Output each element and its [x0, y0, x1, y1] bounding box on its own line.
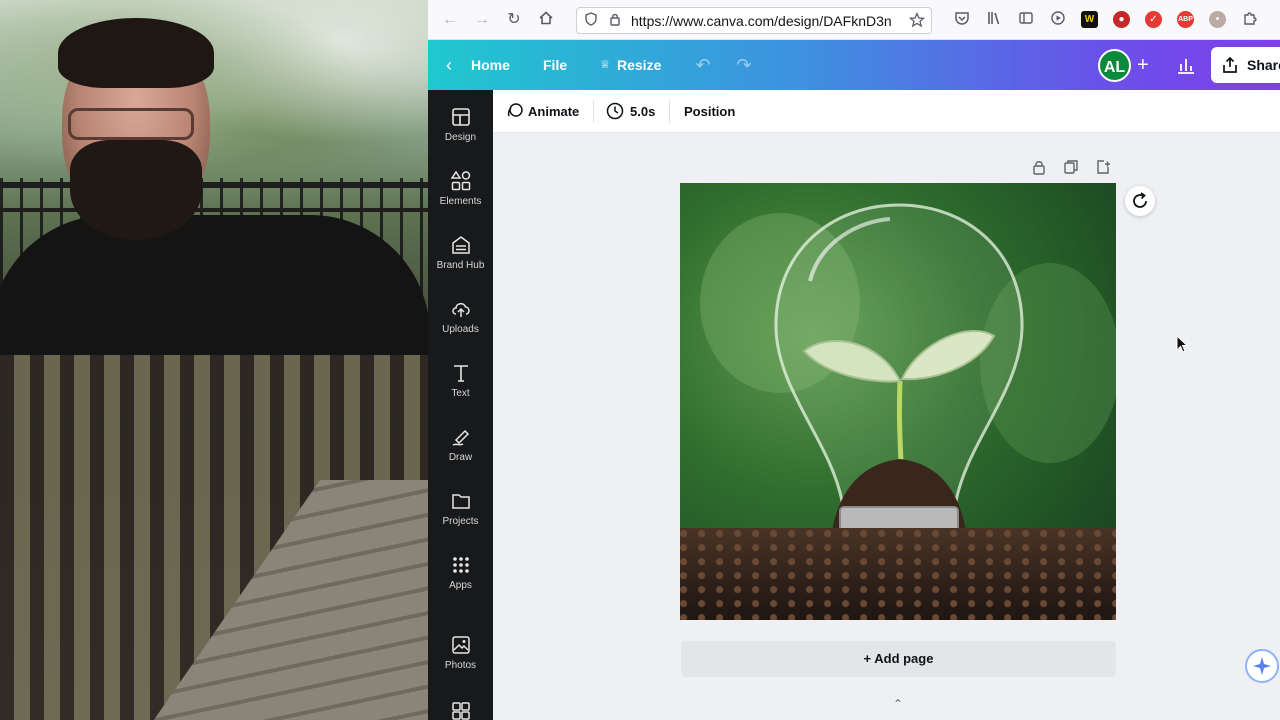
- position-button[interactable]: Position: [684, 90, 735, 133]
- pocket-icon[interactable]: [952, 10, 972, 30]
- sidebar-item-brand-hub[interactable]: Brand Hub: [428, 228, 493, 288]
- add-collaborator-icon[interactable]: +: [1137, 40, 1149, 90]
- adblock-icon[interactable]: ABP: [1177, 11, 1194, 28]
- browser-toolbar: ← → ↻ https://www.canva.com/design/DAFkn…: [428, 0, 1280, 40]
- undo-icon[interactable]: ↶: [693, 55, 713, 75]
- insights-chart-icon[interactable]: [1176, 56, 1196, 79]
- extension-cookie-icon[interactable]: •: [1209, 11, 1226, 28]
- lightbulb-seedling-image: [774, 203, 1024, 531]
- sidebar-item-photos[interactable]: Photos: [428, 628, 493, 688]
- extension-pen-icon[interactable]: ✓: [1145, 11, 1162, 28]
- text-icon: [453, 365, 468, 382]
- mouse-cursor-icon: [1176, 335, 1188, 353]
- forward-icon[interactable]: →: [472, 10, 492, 30]
- lock-icon[interactable]: [607, 12, 623, 28]
- webcam-person-glasses: [68, 108, 194, 140]
- animate-button[interactable]: Animate: [528, 90, 579, 133]
- more-apps-icon: [451, 702, 470, 720]
- draw-icon: [452, 429, 469, 446]
- refresh-icon: [1133, 192, 1147, 208]
- sidebar-item-projects[interactable]: Projects: [428, 484, 493, 544]
- sidebar-item-text[interactable]: Text: [428, 356, 493, 416]
- projects-icon: [451, 494, 470, 509]
- add-page-icon[interactable]: [1095, 159, 1113, 177]
- media-icon[interactable]: [1048, 10, 1068, 30]
- webcam-person-hair: [58, 18, 214, 88]
- sidebar-item-label: Text: [451, 388, 470, 399]
- share-label: Share: [1247, 57, 1280, 73]
- webcam-person-body: [0, 215, 428, 355]
- reload-icon[interactable]: ↻: [504, 10, 524, 30]
- back-icon[interactable]: ←: [440, 10, 460, 30]
- webcam-person-beard: [70, 140, 202, 240]
- animate-icon: [506, 102, 524, 125]
- sidebar-item-label: Apps: [449, 580, 472, 591]
- regenerate-button[interactable]: [1125, 186, 1155, 216]
- library-icon[interactable]: [984, 10, 1004, 30]
- crown-icon: ♕: [600, 59, 610, 71]
- lock-page-icon[interactable]: [1031, 159, 1049, 177]
- extension-w-icon[interactable]: W: [1081, 11, 1098, 28]
- chevron-up-icon[interactable]: ⌃: [890, 698, 906, 710]
- elements-icon: [450, 170, 470, 191]
- toolbar-divider: [669, 100, 670, 123]
- design-icon: [451, 108, 470, 126]
- photos-icon: [451, 636, 470, 654]
- design-page[interactable]: [680, 183, 1116, 620]
- soil-ground: [680, 528, 1116, 620]
- url-text[interactable]: https://www.canva.com/design/DAFknD3n: [631, 13, 903, 29]
- sidebar-item-draw[interactable]: Draw: [428, 420, 493, 480]
- webcam-rail-mid: [0, 208, 428, 212]
- extensions-puzzle-icon[interactable]: [1240, 10, 1260, 30]
- duplicate-page-icon[interactable]: [1063, 159, 1081, 177]
- apps-icon: [452, 557, 469, 573]
- redo-icon[interactable]: ↷: [734, 55, 754, 75]
- sidebar-item-label: Brand Hub: [436, 260, 485, 271]
- editor-sidebar: Design Elements Brand Hub Uploads Text D…: [428, 90, 493, 720]
- webcam-feed: [0, 0, 428, 720]
- sidebar-toggle-icon[interactable]: [1016, 10, 1036, 30]
- webcam-rail-top: [0, 182, 428, 188]
- editor-header: ‹ Home File ♕ Resize ↶ ↷ AL + Share: [428, 40, 1280, 90]
- sidebar-item-elements[interactable]: Elements: [428, 164, 493, 224]
- brand-hub-icon: [451, 236, 470, 254]
- user-avatar[interactable]: AL: [1098, 49, 1131, 82]
- extension-chat-icon[interactable]: ●: [1113, 11, 1130, 28]
- bookmark-star-icon[interactable]: [908, 11, 926, 28]
- sidebar-item-label: Design: [444, 132, 477, 143]
- resize-button[interactable]: Resize: [617, 40, 661, 90]
- back-chevron-icon[interactable]: ‹: [446, 40, 452, 90]
- sidebar-item-design[interactable]: Design: [428, 100, 493, 160]
- sidebar-item-label: Uploads: [442, 324, 479, 335]
- toolbar-divider: [593, 100, 594, 123]
- file-menu-button[interactable]: File: [543, 40, 567, 90]
- home-button[interactable]: Home: [471, 40, 510, 90]
- sidebar-item-label: Photos: [444, 660, 477, 671]
- sidebar-item-label: Elements: [439, 196, 482, 207]
- add-page-button[interactable]: + Add page: [681, 641, 1116, 677]
- canvas-area: + Add page ⌃: [493, 133, 1280, 720]
- home-icon[interactable]: [536, 10, 556, 30]
- magic-assistant-button[interactable]: [1245, 649, 1279, 683]
- sidebar-item-label: Draw: [448, 452, 473, 463]
- shield-icon[interactable]: [583, 12, 599, 28]
- share-icon: [1223, 56, 1237, 73]
- sidebar-item-more[interactable]: [428, 694, 493, 720]
- sidebar-item-uploads[interactable]: Uploads: [428, 292, 493, 352]
- duration-button[interactable]: 5.0s: [630, 90, 655, 133]
- sidebar-item-label: Projects: [442, 516, 479, 527]
- sparkle-icon: [1253, 657, 1271, 675]
- sidebar-item-apps[interactable]: Apps: [428, 548, 493, 608]
- uploads-icon: [451, 303, 470, 317]
- address-bar[interactable]: https://www.canva.com/design/DAFknD3n: [576, 7, 932, 34]
- clock-icon: [606, 102, 624, 125]
- context-toolbar: Animate 5.0s Position: [493, 90, 1280, 133]
- share-button[interactable]: Share: [1211, 47, 1280, 83]
